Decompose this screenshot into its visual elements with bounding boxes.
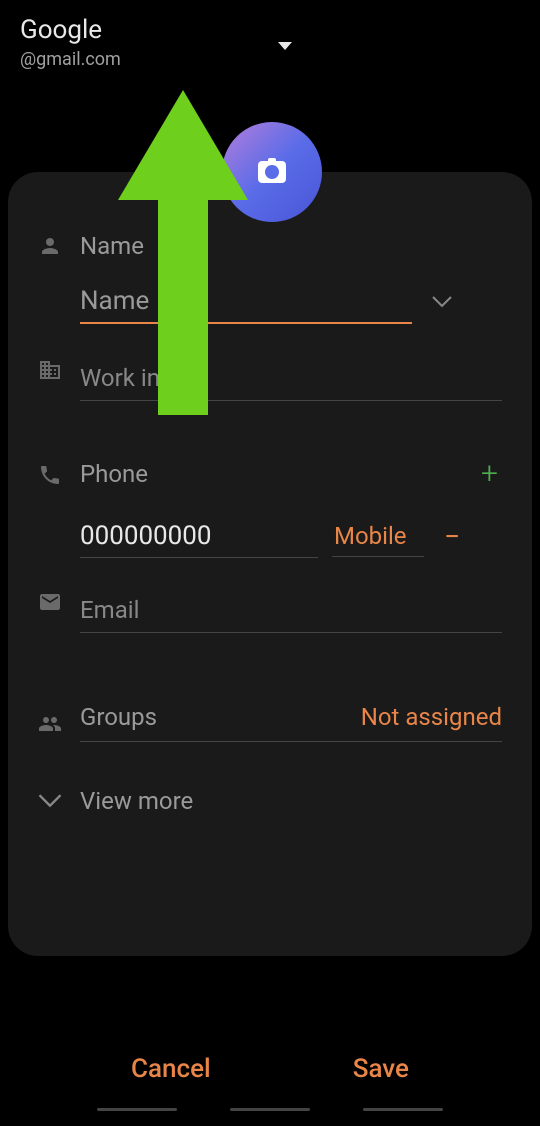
person-icon	[38, 234, 62, 258]
chevron-down-icon[interactable]	[432, 296, 452, 308]
email-input[interactable]	[80, 588, 502, 633]
phone-icon	[38, 463, 62, 487]
groups-label: Groups	[80, 703, 157, 731]
work-input[interactable]	[80, 356, 502, 401]
groups-value: Not assigned	[361, 703, 502, 731]
account-label: Google	[20, 15, 121, 45]
work-field-content	[80, 356, 502, 401]
view-more-button[interactable]: View more	[38, 787, 502, 815]
bottom-action-bar: Cancel Save	[0, 1042, 540, 1096]
avatar-photo-button[interactable]	[222, 122, 322, 222]
phone-section: Phone + Mobile −	[38, 456, 502, 558]
account-email: @gmail.com	[20, 49, 121, 70]
name-field-row: Name	[38, 232, 502, 336]
dropdown-caret-icon	[278, 42, 292, 50]
view-more-label: View more	[80, 787, 193, 815]
building-icon	[38, 358, 62, 382]
groups-field-row[interactable]: Groups Not assigned	[38, 703, 502, 742]
nav-home[interactable]	[230, 1108, 310, 1111]
nav-bar	[0, 1108, 540, 1126]
add-phone-button[interactable]: +	[481, 456, 498, 491]
phone-number-input[interactable]	[80, 515, 318, 558]
work-field-row	[38, 356, 502, 401]
name-input[interactable]	[80, 280, 412, 324]
group-icon	[38, 712, 62, 736]
contact-form-card: Name Phone +	[8, 172, 532, 956]
chevron-down-icon	[38, 794, 62, 808]
nav-back[interactable]	[363, 1108, 443, 1111]
save-button[interactable]: Save	[333, 1042, 429, 1096]
account-selector[interactable]: Google @gmail.com	[20, 15, 121, 70]
name-field-content: Name	[80, 232, 502, 336]
account-header[interactable]: Google @gmail.com	[0, 0, 540, 80]
remove-phone-button[interactable]: −	[444, 520, 460, 553]
email-icon	[38, 590, 62, 614]
phone-label: Phone	[80, 460, 148, 488]
nav-recent[interactable]	[97, 1108, 177, 1111]
name-label: Name	[80, 232, 502, 260]
camera-icon	[258, 161, 286, 183]
email-field-row	[38, 588, 502, 633]
phone-type-selector[interactable]: Mobile	[332, 516, 424, 557]
cancel-button[interactable]: Cancel	[111, 1042, 231, 1096]
